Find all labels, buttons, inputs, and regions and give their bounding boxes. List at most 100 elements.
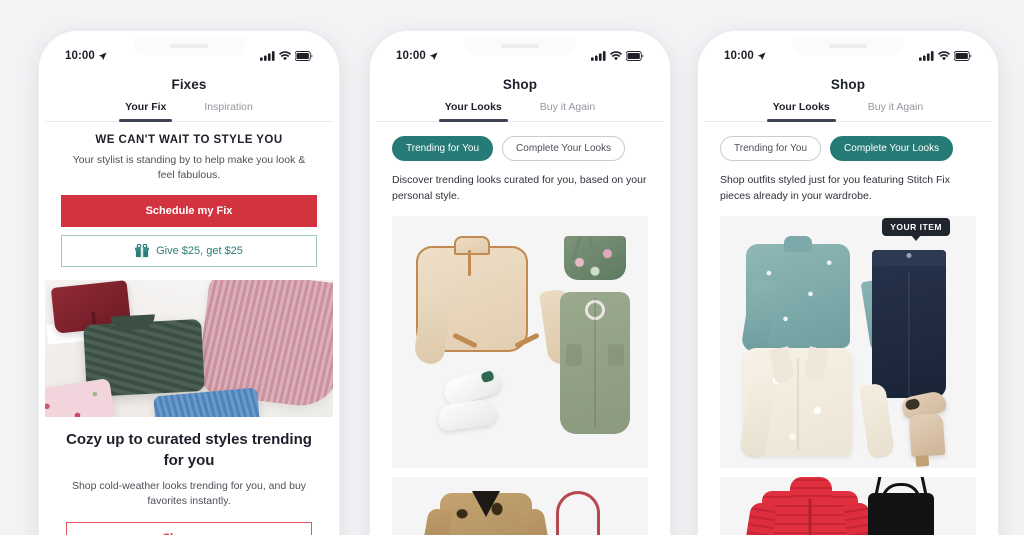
tote-handle (556, 490, 600, 535)
tab-bar: Your Fix Inspiration (45, 99, 333, 122)
look-card-complete-1[interactable]: YOUR ITEM (720, 215, 976, 468)
battery-icon (626, 51, 644, 61)
status-time: 10:00 (396, 50, 438, 62)
promo-block: WE CAN'T WAIT TO STYLE YOU Your stylist … (45, 122, 333, 268)
location-arrow-icon (757, 51, 766, 60)
phone-mockup-shop-complete: 10:00 Shop Your Looks Buy it Again Trend… (697, 30, 999, 535)
battery-icon (954, 51, 972, 61)
status-icons (591, 51, 644, 61)
promo-secondary-subtext: Shop cold-weather looks trending for you… (71, 479, 307, 508)
referral-button-label: Give $25, get $25 (156, 245, 243, 258)
phone-screen: 10:00 Shop Your Looks Buy it Again Trend… (376, 37, 664, 535)
bra-strap-right (587, 235, 598, 260)
leopard-sleeve-left (419, 506, 453, 535)
wifi-icon (279, 51, 291, 61)
coat-sleeve-left (738, 382, 776, 459)
promo-headline: WE CAN'T WAIT TO STYLE YOU (95, 134, 283, 146)
status-time: 10:00 (65, 50, 107, 62)
promo-secondary-block: Cozy up to curated styles trending for y… (45, 417, 333, 535)
product-dark-wash-jeans[interactable] (872, 249, 946, 398)
status-time: 10:00 (724, 50, 766, 62)
your-item-badge: YOUR ITEM (882, 217, 950, 236)
cellular-signal-icon (591, 51, 606, 61)
product-red-handle-tote-bag[interactable] (552, 490, 604, 535)
style-collage (45, 280, 333, 418)
product-red-puffer-jacket[interactable] (740, 476, 880, 535)
tab-inspiration[interactable]: Inspiration (202, 99, 254, 121)
notch-speaker (170, 44, 208, 48)
camisole-strap-left (873, 476, 882, 501)
shop-description: Discover trending looks curated for you,… (392, 174, 647, 202)
status-bar: 10:00 (376, 37, 664, 71)
pill-complete-your-looks[interactable]: Complete Your Looks (830, 136, 954, 161)
page-title: Shop (830, 77, 866, 92)
shop-description: Shop outfits styled just for you featuri… (720, 174, 950, 202)
phone-mockup-fixes: 10:00 Fixes Your Fix Inspiration WE CAN'… (38, 30, 340, 535)
wifi-icon (610, 51, 622, 61)
product-black-camisole[interactable] (868, 476, 934, 535)
page-title: Fixes (171, 77, 207, 92)
product-sage-jogger-pants[interactable] (560, 291, 630, 434)
fleece-pocket-right (514, 332, 540, 348)
tab-buy-it-again[interactable]: Buy it Again (866, 99, 925, 121)
tab-your-looks[interactable]: Your Looks (438, 99, 508, 122)
tab-buy-it-again[interactable]: Buy it Again (538, 99, 597, 121)
product-teal-floral-blouse[interactable] (740, 235, 898, 354)
product-tan-ankle-boot-lower[interactable] (908, 412, 946, 467)
bra-strap-left (571, 235, 582, 260)
location-arrow-icon (429, 51, 438, 60)
fleece-pocket-left (452, 332, 478, 348)
cellular-signal-icon (260, 51, 275, 61)
fleece-sleeve-left (412, 287, 454, 366)
tab-your-fix[interactable]: Your Fix (119, 99, 173, 122)
status-time-label: 10:00 (65, 50, 95, 62)
filter-pill-group: Trending for You Complete Your Looks (376, 122, 664, 161)
phone-screen: 10:00 Shop Your Looks Buy it Again Trend… (704, 37, 992, 535)
status-bar: 10:00 (704, 37, 992, 71)
look-card-complete-2[interactable] (720, 476, 976, 535)
status-bar: 10:00 (45, 37, 333, 71)
pill-trending-for-you[interactable]: Trending for You (392, 136, 494, 161)
filter-pill-group: Trending for You Complete Your Looks (704, 122, 992, 161)
schedule-my-fix-button[interactable]: Schedule my Fix (61, 195, 317, 228)
product-leopard-print-blouse[interactable] (419, 492, 553, 535)
product-white-sneaker-lower[interactable] (436, 397, 498, 432)
screenshot-stage: 10:00 Fixes Your Fix Inspiration WE CAN'… (0, 0, 1024, 535)
product-cream-fuzzy-coat[interactable] (738, 345, 896, 459)
tab-bar: Your Looks Buy it Again (704, 99, 992, 122)
promo-secondary-title: Cozy up to curated styles trending for y… (66, 431, 312, 469)
status-icons (919, 51, 972, 61)
pill-complete-your-looks[interactable]: Complete Your Looks (502, 136, 626, 161)
wifi-icon (938, 51, 950, 61)
referral-button[interactable]: Give $25, get $25 (61, 235, 317, 268)
phone-screen: 10:00 Fixes Your Fix Inspiration WE CAN'… (45, 37, 333, 535)
notch-speaker (501, 44, 539, 48)
status-icons (260, 51, 313, 61)
gift-icon (135, 244, 150, 258)
puffer-sleeve-left (740, 500, 778, 535)
notch-speaker (829, 44, 867, 48)
tab-your-looks[interactable]: Your Looks (766, 99, 836, 122)
phone-notch (464, 37, 576, 56)
blouse-sleeve-left (740, 277, 778, 354)
jogger-cargo-pocket-right (608, 343, 624, 366)
location-arrow-icon (98, 51, 107, 60)
tab-bar: Your Looks Buy it Again (376, 99, 664, 122)
shop-now-button[interactable]: Shop now (66, 522, 312, 535)
product-beige-fleece-pullover[interactable] (412, 235, 580, 366)
page-title: Shop (502, 77, 538, 92)
look-card-trending-1[interactable] (392, 215, 648, 468)
promo-subtext: Your stylist is standing by to help make… (72, 154, 306, 182)
pill-trending-for-you[interactable]: Trending for You (720, 136, 822, 161)
leopard-sleeve-right (519, 506, 553, 535)
coat-lapel-right (802, 345, 830, 384)
battery-icon (295, 51, 313, 61)
cellular-signal-icon (919, 51, 934, 61)
coat-lapel-left (768, 345, 796, 384)
jeans-button (906, 252, 912, 258)
product-floral-sports-bra[interactable] (564, 235, 626, 280)
look-card-trending-2[interactable] (392, 476, 648, 535)
status-time-label: 10:00 (396, 50, 426, 62)
boot-heel (915, 454, 930, 467)
status-time-label: 10:00 (724, 50, 754, 62)
